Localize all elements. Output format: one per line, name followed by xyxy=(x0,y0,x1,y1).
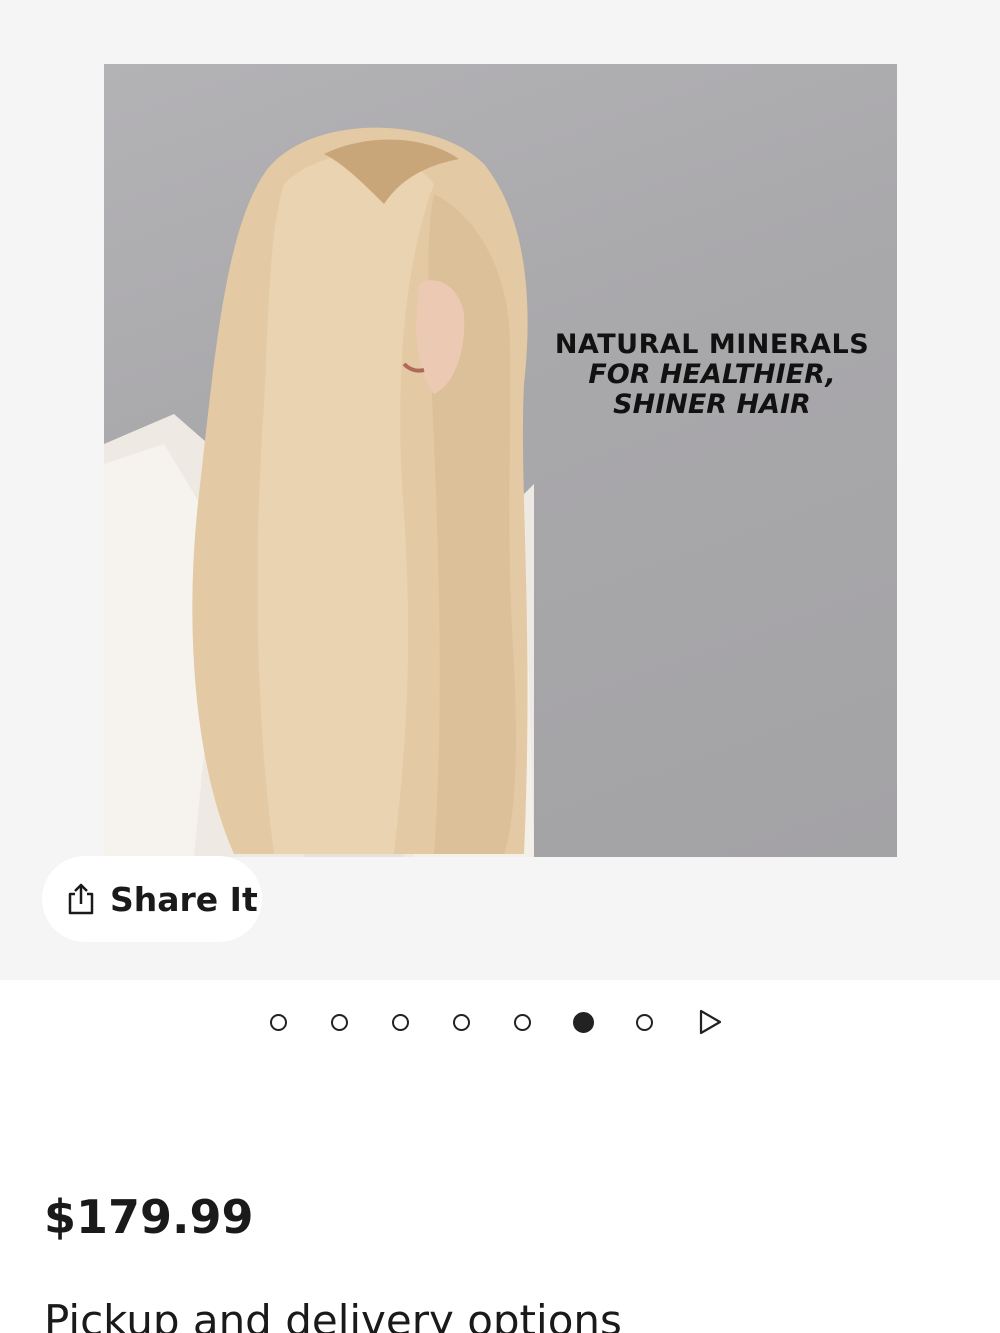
play-triangle-icon[interactable] xyxy=(697,1008,723,1036)
overlay-line-1: NATURAL MINERALS xyxy=(554,329,870,360)
product-page: NATURAL MINERALS FOR HEALTHIER, SHINER H… xyxy=(0,0,1000,1333)
share-icon xyxy=(66,882,96,916)
product-price: $179.99 xyxy=(44,1190,254,1244)
gallery-dot[interactable] xyxy=(636,1013,653,1031)
image-overlay-text: NATURAL MINERALS FOR HEALTHIER, SHINER H… xyxy=(544,330,880,420)
share-button[interactable]: Share It xyxy=(42,856,262,942)
gallery-dot[interactable] xyxy=(392,1013,409,1031)
gallery-dot-active[interactable] xyxy=(573,1011,594,1033)
gallery-dot[interactable] xyxy=(331,1013,348,1031)
gallery-pagination xyxy=(270,1006,723,1038)
share-label: Share It xyxy=(110,879,258,919)
gallery-dot[interactable] xyxy=(514,1013,531,1031)
image-gallery: NATURAL MINERALS FOR HEALTHIER, SHINER H… xyxy=(0,0,1000,980)
gallery-dot[interactable] xyxy=(453,1013,470,1031)
gallery-dot[interactable] xyxy=(270,1013,287,1031)
model-illustration xyxy=(104,127,534,857)
overlay-line-2: FOR HEALTHIER, xyxy=(588,359,836,390)
overlay-line-3: SHINER HAIR xyxy=(613,389,811,420)
product-image[interactable]: NATURAL MINERALS FOR HEALTHIER, SHINER H… xyxy=(104,64,897,857)
pickup-delivery-heading: Pickup and delivery options xyxy=(44,1296,622,1333)
